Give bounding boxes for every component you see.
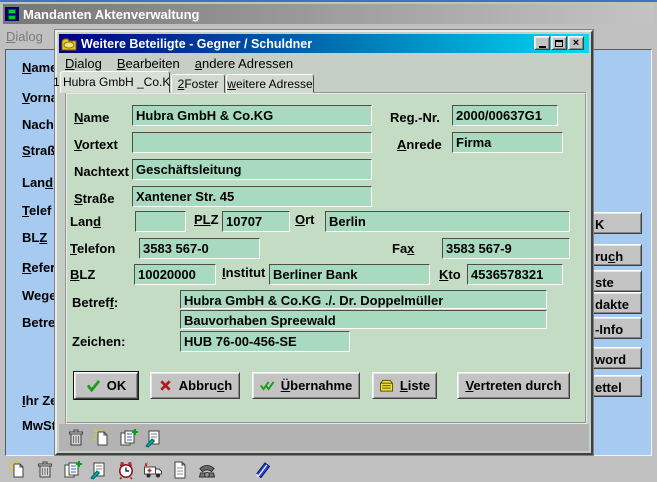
- tab-foster[interactable]: 2 Foster: [171, 74, 225, 93]
- maximize-icon: [555, 39, 563, 47]
- edit-document-icon[interactable]: [142, 427, 165, 449]
- uebernahme-button-label: Übernahme: [280, 378, 353, 393]
- zeichen-label: Zeichen:: [72, 334, 126, 349]
- regnr-label: Reg.-Nr.: [390, 110, 440, 125]
- dialog-folder-icon: [61, 37, 77, 51]
- ambulance-icon[interactable]: [141, 459, 164, 481]
- new-document-icon[interactable]: [90, 427, 113, 449]
- bg-label-mwst: MwSt: [22, 418, 56, 433]
- trash-icon[interactable]: [64, 427, 87, 449]
- abbruch-button-label: Abbruch: [178, 378, 233, 393]
- ok-button[interactable]: OK: [74, 372, 138, 399]
- edit-document-icon[interactable]: [87, 459, 110, 481]
- ok-button-label: OK: [106, 378, 127, 393]
- anrede-label: Anrede: [397, 137, 442, 152]
- vertreten-durch-button[interactable]: Vertreten durch: [457, 372, 570, 399]
- nachtext-input[interactable]: Geschäftsleitung: [132, 159, 372, 180]
- main-window-title: Mandanten Aktenverwaltung: [23, 6, 200, 22]
- name-input[interactable]: Hubra GmbH & Co.KG: [132, 105, 372, 126]
- dialog-maximize-button[interactable]: [551, 36, 567, 50]
- document-icon[interactable]: [168, 459, 191, 481]
- nachtext-label: Nachtext: [74, 164, 129, 179]
- land-label: Land: [70, 214, 102, 229]
- bg-label-name: Name: [22, 60, 58, 75]
- bg-label-nachname: Nach: [22, 117, 54, 132]
- ort-label: Ort: [295, 212, 315, 227]
- kto-input[interactable]: 4536578321: [467, 264, 563, 285]
- cross-icon: [158, 379, 173, 392]
- tab-weitere-adresse[interactable]: w eitere Adresse: [226, 74, 314, 93]
- dialog-close-button[interactable]: ×: [568, 36, 584, 50]
- bg-label-ihr-zeichen: Ihr Ze: [22, 393, 58, 408]
- tab-hubra[interactable]: 1 Hubra GmbH _Co.K..: [53, 71, 177, 93]
- card-file-icon: [379, 379, 394, 392]
- menu-andere-adressen[interactable]: andere Adressen: [195, 56, 293, 73]
- vortext-label: Vortext: [74, 137, 118, 152]
- dialog-toolbar: [64, 427, 165, 449]
- main-window: Mandanten Aktenverwaltung × Dialog Name …: [0, 0, 657, 482]
- betreff-label: Betreff:: [72, 295, 119, 310]
- blz-label: BLZ: [70, 267, 96, 282]
- trash-icon[interactable]: [33, 459, 56, 481]
- institut-label: Institut: [222, 265, 266, 280]
- plz-label: PLZ: [194, 212, 219, 227]
- land-input[interactable]: [135, 211, 186, 232]
- main-titlebar[interactable]: Mandanten Aktenverwaltung: [3, 4, 654, 24]
- zeichen-input[interactable]: HUB 76-00-456-SE: [180, 331, 350, 352]
- bg-label-strasse: Straß: [22, 143, 56, 158]
- vortext-input[interactable]: [132, 132, 372, 153]
- app-icon: [5, 7, 19, 21]
- liste-button[interactable]: Liste: [372, 372, 437, 399]
- plz-input[interactable]: 10707: [222, 211, 290, 232]
- vertreten-durch-button-label: Vertreten durch: [465, 378, 562, 393]
- close-icon: ×: [572, 37, 580, 49]
- book-icon[interactable]: [251, 459, 274, 481]
- main-toolbar: [6, 458, 274, 482]
- dialog-minimize-button[interactable]: [534, 36, 550, 50]
- anrede-input[interactable]: Firma: [452, 132, 563, 153]
- copy-plus-icon[interactable]: [60, 459, 83, 481]
- uebernahme-button[interactable]: Übernahme: [252, 372, 360, 399]
- bg-label-referenz: Refer: [22, 260, 56, 275]
- dialog-toolbar-strip: [59, 424, 589, 451]
- main-menu-dialog[interactable]: Dialog: [6, 29, 43, 44]
- copy-plus-icon[interactable]: [116, 427, 139, 449]
- abbruch-button[interactable]: Abbruch: [150, 372, 240, 399]
- kto-label: Kto: [439, 267, 461, 282]
- name-label: Name: [74, 110, 110, 125]
- regnr-input[interactable]: 2000/00637G1: [452, 105, 558, 126]
- check-icon: [86, 379, 101, 392]
- ort-input[interactable]: Berlin: [325, 211, 570, 232]
- bg-label-betreff: Betre: [22, 315, 56, 330]
- fax-label: Fax: [392, 241, 415, 256]
- bg-label-vorname: Vorna: [22, 90, 58, 105]
- telefon-input[interactable]: 3583 567-0: [139, 238, 260, 259]
- bg-label-blz: BLZ: [22, 230, 48, 245]
- betreff-input-2[interactable]: Bauvorhaben Spreewald: [180, 310, 547, 329]
- strasse-input[interactable]: Xantener Str. 45: [132, 186, 372, 207]
- institut-input[interactable]: Berliner Bank: [269, 264, 430, 285]
- minimize-icon: [538, 45, 546, 48]
- new-document-icon[interactable]: [6, 459, 29, 481]
- betreff-input-1[interactable]: Hubra GmbH & Co.KG ./. Dr. Doppelmüller: [180, 290, 547, 309]
- phone-icon[interactable]: [195, 459, 218, 481]
- dialog-window: Weitere Beteiligte - Gegner / Schuldner …: [53, 30, 593, 455]
- dialog-title: Weitere Beteiligte - Gegner / Schuldner: [81, 36, 313, 51]
- fax-input[interactable]: 3583 567-9: [442, 238, 570, 259]
- alarm-clock-icon[interactable]: [114, 459, 137, 481]
- blz-input[interactable]: 10020000: [134, 264, 216, 285]
- liste-button-label: Liste: [399, 378, 431, 393]
- bg-label-wegen: Wege: [22, 288, 57, 303]
- bg-label-telefon: Telef: [22, 203, 52, 218]
- telefon-label: Telefon: [70, 241, 116, 256]
- bg-label-land: Land: [22, 175, 54, 190]
- strasse-label: Straße: [74, 191, 115, 206]
- dialog-titlebar[interactable]: Weitere Beteiligte - Gegner / Schuldner: [59, 34, 589, 53]
- double-check-icon: [259, 379, 275, 392]
